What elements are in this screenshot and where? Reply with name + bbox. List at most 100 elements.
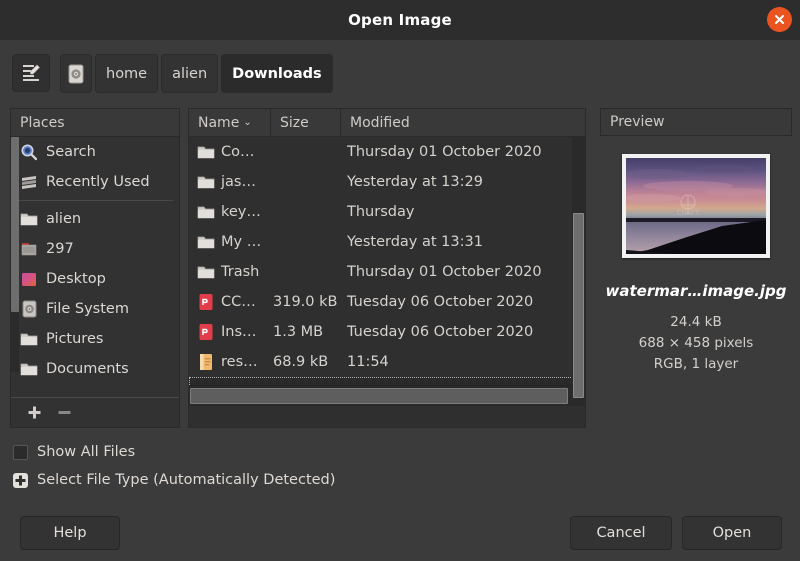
folder-icon — [196, 203, 215, 222]
type-location-button[interactable] — [12, 54, 50, 92]
open-button[interactable]: Open — [682, 516, 782, 550]
table-row[interactable]: Ins… 1.3 MB Tuesday 06 October 2020 — [189, 317, 585, 347]
folder-icon — [19, 329, 39, 349]
file-modified-cell: Yesterday at 13:29 — [347, 174, 483, 190]
chevron-down-icon: ⌄ — [243, 117, 252, 128]
file-modified-cell: Thursday 01 October 2020 — [347, 264, 542, 280]
breadcrumb-home[interactable]: home — [95, 54, 159, 93]
places-item-label: Desktop — [46, 271, 106, 287]
file-size-cell: 68.9 kB — [273, 354, 329, 370]
places-item-label: Documents — [46, 361, 129, 377]
breadcrumb-alien[interactable]: alien — [161, 54, 219, 93]
file-modified-cell: Thursday 01 October 2020 — [347, 144, 542, 160]
table-row[interactable]: key… Thursday — [189, 197, 585, 227]
file-list-body: Co… Thursday 01 October 2020 jas… Yester… — [189, 137, 585, 406]
table-row[interactable]: CC… 319.0 kB Tuesday 06 October 2020 — [189, 287, 585, 317]
search-icon — [19, 142, 39, 162]
show-all-files-row[interactable]: Show All Files — [0, 438, 800, 466]
table-row[interactable]: Co… Thursday 01 October 2020 — [189, 137, 585, 167]
file-list-hscrollbar[interactable] — [189, 385, 573, 406]
places-scrollbar-thumb[interactable] — [11, 137, 19, 312]
file-list-vscrollbar[interactable] — [572, 137, 585, 406]
preview-panel: Preview CRAFT watermar…image.jpg 24.4 kB… — [600, 108, 792, 428]
places-item-file-system[interactable]: File System — [11, 294, 179, 324]
file-list-hscrollbar-thumb[interactable] — [190, 388, 568, 404]
folder-icon — [196, 143, 215, 162]
open-image-dialog: Open Image home alien Downloads Places S… — [0, 0, 800, 561]
file-name-label: CC… — [221, 294, 256, 310]
svg-text:CRAFT: CRAFT — [677, 209, 700, 217]
file-size-cell: 319.0 kB — [273, 294, 338, 310]
removable-drive-icon — [19, 239, 39, 259]
folder-icon — [19, 359, 39, 379]
file-name-label: res… — [221, 354, 258, 370]
close-button[interactable] — [767, 7, 792, 32]
folder-icon — [19, 209, 39, 229]
places-item-297[interactable]: 297 — [11, 234, 179, 264]
file-list-vscrollbar-thumb[interactable] — [573, 213, 584, 398]
places-panel: Places Search Recently Used alien 297 De… — [10, 108, 180, 428]
places-item-pictures[interactable]: Pictures — [11, 324, 179, 354]
file-name-cell: key… — [189, 203, 271, 222]
table-row[interactable]: jas… Yesterday at 13:29 — [189, 167, 585, 197]
select-file-type-row[interactable]: Select File Type (Automatically Detected… — [0, 466, 800, 494]
preview-dimensions: 688 × 458 pixels — [638, 334, 754, 351]
file-name-cell: jas… — [189, 173, 271, 192]
table-row[interactable]: Trash Thursday 01 October 2020 — [189, 257, 585, 287]
column-header-size[interactable]: Size — [271, 109, 341, 136]
column-header-name-label: Name — [198, 114, 240, 131]
preview-thumbnail-frame: CRAFT — [622, 154, 770, 258]
expander-plus-icon[interactable] — [13, 472, 28, 488]
file-modified-cell: Tuesday 06 October 2020 — [347, 324, 534, 340]
preview-header: Preview — [600, 108, 792, 136]
file-name-cell: CC… — [189, 293, 271, 312]
places-header: Places — [11, 109, 179, 137]
add-bookmark-button[interactable] — [21, 401, 47, 425]
folder-icon — [196, 263, 215, 282]
places-item-label: alien — [46, 211, 82, 227]
file-modified-cell: Tuesday 06 October 2020 — [347, 294, 534, 310]
disk-icon — [68, 64, 84, 83]
file-name-label: My … — [221, 234, 262, 250]
preview-thumbnail-image: CRAFT — [626, 158, 766, 254]
recent-icon — [19, 172, 39, 192]
places-item-label: Recently Used — [46, 174, 150, 190]
preview-colormode: RGB, 1 layer — [653, 355, 739, 372]
preview-metadata: 24.4 kB 688 × 458 pixels RGB, 1 layer — [639, 312, 754, 375]
breadcrumb: home alien Downloads — [60, 54, 336, 93]
file-list-panel: Name ⌄ Size Modified Co… Thursday 01 Oct… — [188, 108, 586, 428]
places-item-documents[interactable]: Documents — [11, 354, 179, 384]
pdf-icon — [196, 323, 215, 342]
pdf-icon — [196, 293, 215, 312]
file-name-cell: My … — [189, 233, 271, 252]
places-item-label: Pictures — [46, 331, 104, 347]
file-name-label: Trash — [221, 264, 260, 280]
table-row[interactable]: My … Yesterday at 13:31 — [189, 227, 585, 257]
places-scrollbar[interactable] — [11, 137, 19, 372]
minus-icon — [58, 411, 70, 414]
places-item-desktop[interactable]: Desktop — [11, 264, 179, 294]
show-all-files-checkbox[interactable] — [13, 444, 28, 460]
places-separator — [17, 200, 173, 201]
column-header-modified[interactable]: Modified — [341, 109, 585, 136]
file-modified-cell: 11:54 — [347, 354, 389, 370]
help-button[interactable]: Help — [20, 516, 120, 550]
places-item-alien[interactable]: alien — [11, 204, 179, 234]
file-name-cell: Co… — [189, 143, 271, 162]
options-section: Show All Files Select File Type (Automat… — [0, 438, 800, 500]
path-toolbar: home alien Downloads — [0, 40, 800, 108]
main-content: Places Search Recently Used alien 297 De… — [0, 108, 800, 435]
file-name-cell: Ins… — [189, 323, 271, 342]
document-icon — [196, 353, 215, 372]
places-item-label: 297 — [46, 241, 74, 257]
file-modified-cell: Thursday — [347, 204, 415, 220]
remove-bookmark-button[interactable] — [51, 401, 77, 425]
cancel-button[interactable]: Cancel — [570, 516, 672, 550]
breadcrumb-root[interactable] — [60, 54, 92, 93]
column-header-name[interactable]: Name ⌄ — [189, 109, 271, 136]
folder-icon — [196, 173, 215, 192]
table-row[interactable]: res… 68.9 kB 11:54 — [189, 347, 585, 377]
breadcrumb-downloads[interactable]: Downloads — [221, 54, 333, 93]
places-item-search[interactable]: Search — [11, 137, 179, 167]
places-item-recently-used[interactable]: Recently Used — [11, 167, 179, 197]
